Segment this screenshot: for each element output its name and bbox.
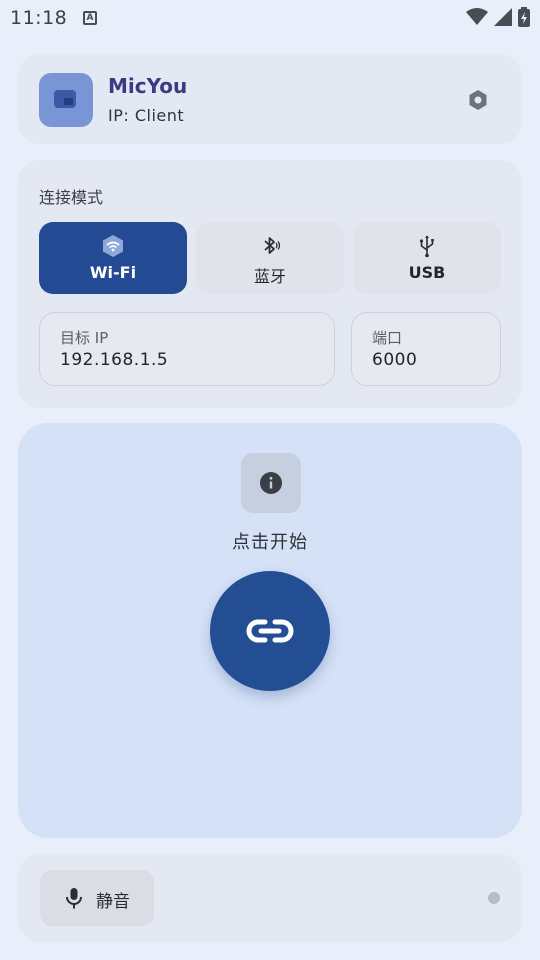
connection-mode-title: 连接模式: [39, 188, 104, 207]
cell-signal-icon: [494, 8, 512, 26]
mode-usb-label: USB: [408, 263, 446, 282]
target-ip-label: 目标 IP: [60, 329, 109, 347]
status-icons: [466, 7, 530, 27]
port-label: 端口: [372, 329, 403, 347]
usb-icon: [419, 235, 434, 258]
app-logo-icon: [39, 73, 93, 127]
status-bar: 11:18 A: [0, 0, 540, 38]
connection-status-dot: [488, 892, 500, 904]
link-icon: [246, 619, 294, 643]
mode-bluetooth-button[interactable]: 蓝牙: [196, 222, 344, 294]
mode-bluetooth-label: 蓝牙: [253, 267, 286, 286]
battery-icon: [518, 7, 530, 27]
start-hint: 点击开始: [232, 532, 308, 553]
app-header-card: MicYou IP: Client: [18, 54, 522, 144]
port-field[interactable]: 端口 6000: [351, 312, 501, 386]
target-ip-field[interactable]: 目标 IP 192.168.1.5: [39, 312, 335, 386]
wifi-signal-icon: [466, 8, 488, 25]
mode-usb-button[interactable]: USB: [353, 222, 501, 294]
app-name: MicYou: [108, 74, 188, 98]
mode-wifi-button[interactable]: Wi-Fi: [39, 222, 187, 294]
mute-label: 静音: [96, 892, 130, 912]
info-icon: [260, 472, 282, 494]
main-panel: 点击开始: [18, 423, 522, 838]
ip-label: IP: Client: [108, 106, 185, 125]
mode-wifi-label: Wi-Fi: [89, 263, 137, 282]
settings-icon[interactable]: [466, 88, 490, 112]
bottom-controls-card: 静音: [18, 854, 522, 942]
wifi-icon: [103, 235, 123, 257]
connect-button[interactable]: [210, 571, 330, 691]
target-ip-value[interactable]: 192.168.1.5: [60, 350, 168, 370]
microphone-icon: [66, 888, 82, 909]
mute-button[interactable]: 静音: [40, 870, 154, 926]
info-badge: [241, 453, 301, 513]
bluetooth-icon: [264, 237, 281, 254]
connection-mode-card: 连接模式 Wi-Fi 蓝牙 USB 目标 IP 192.168.1.5 端口 6…: [18, 160, 522, 408]
status-time: 11:18: [10, 7, 68, 29]
notification-icon: A: [83, 11, 97, 25]
port-value[interactable]: 6000: [372, 350, 417, 370]
